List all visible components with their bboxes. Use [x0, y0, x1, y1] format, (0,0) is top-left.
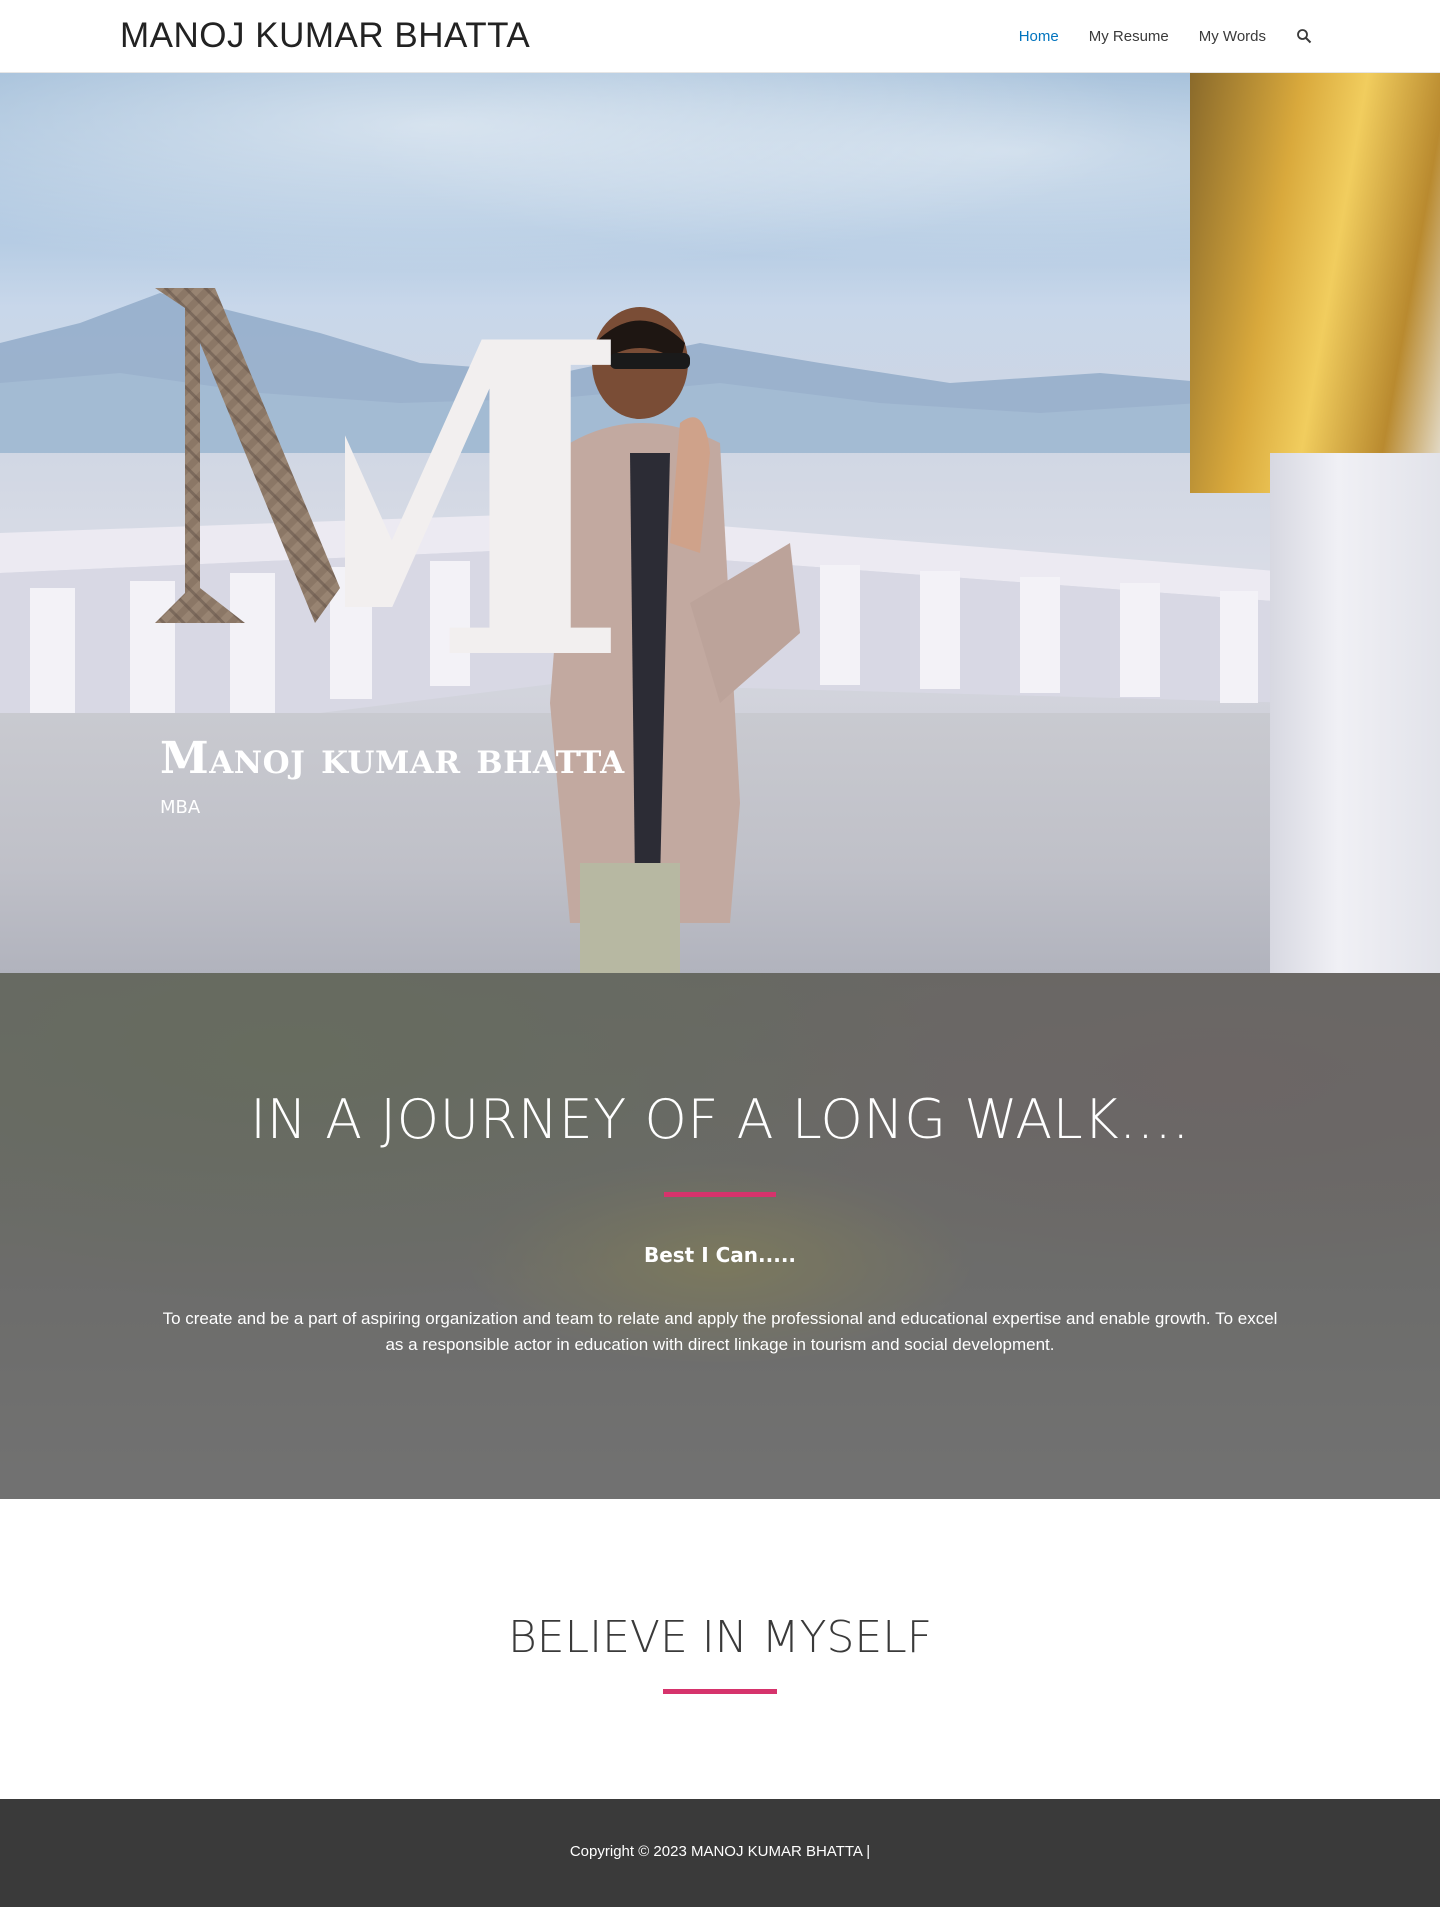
believe-heading: BELIEVE IN MYSELF — [507, 1612, 933, 1663]
site-title-link[interactable]: MANOJ KUMAR BHATTA — [120, 16, 530, 56]
monogram-pattern — [155, 288, 340, 623]
journey-description: To create and be a part of aspiring orga… — [162, 1309, 1278, 1354]
journey-heading: IN A JOURNEY OF A LONG WALK.... — [250, 1088, 1190, 1151]
journey-subheading: Best I Can..... — [643, 1243, 797, 1267]
footer-copyright: Copyright © 2023 MANOJ KUMAR BHATTA | — [569, 1843, 871, 1860]
nav-item-my-words[interactable]: My Words — [1184, 28, 1281, 45]
hero-subtitle: MBA — [160, 797, 201, 818]
site-footer: Copyright © 2023 MANOJ KUMAR BHATTA | — [0, 1799, 1440, 1907]
journey-divider — [664, 1192, 776, 1197]
journey-section: IN A JOURNEY OF A LONG WALK.... Best I C… — [0, 973, 1440, 1499]
hero-white-pillar — [1270, 453, 1440, 973]
nav-item-my-resume[interactable]: My Resume — [1074, 28, 1184, 45]
hero-section: M Manoj kumar bhatta MBA — [0, 73, 1440, 973]
search-icon[interactable] — [1281, 28, 1320, 44]
hero-name: Manoj kumar bhatta — [160, 733, 625, 784]
primary-nav: Home My Resume My Words — [1004, 0, 1320, 72]
believe-divider — [663, 1689, 777, 1694]
site-header: MANOJ KUMAR BHATTA Home My Resume My Wor… — [0, 0, 1440, 73]
hero-golden-ornament — [1190, 73, 1440, 493]
journey-overlay — [0, 973, 1440, 1499]
nav-item-home[interactable]: Home — [1004, 28, 1074, 45]
